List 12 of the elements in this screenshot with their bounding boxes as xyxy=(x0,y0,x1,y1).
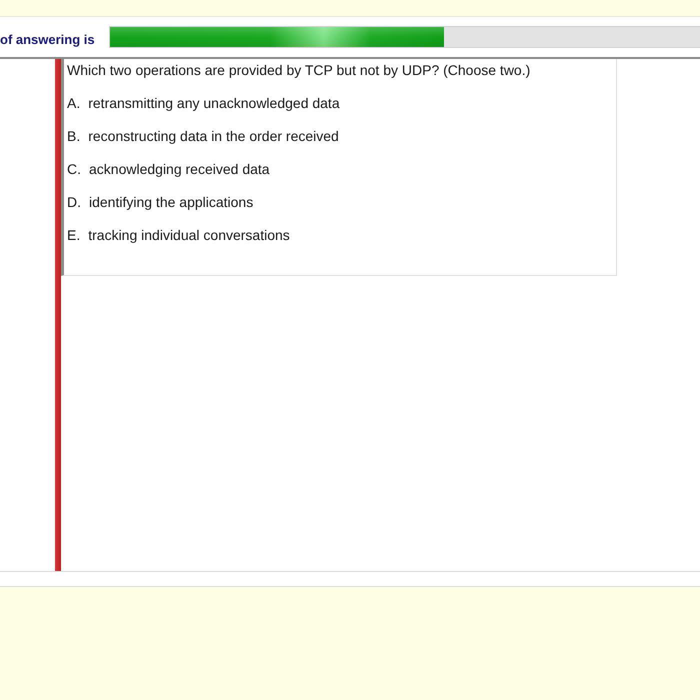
option-text: identifying the applications xyxy=(89,193,254,211)
option-letter: D. xyxy=(67,193,81,211)
option-letter: B. xyxy=(67,127,80,145)
progress-label: of answering is xyxy=(0,32,95,46)
option-text: retransmitting any unacknowledged data xyxy=(88,94,340,112)
option-letter: A. xyxy=(67,94,80,112)
option-letter: C. xyxy=(67,160,81,178)
option-text: tracking individual conversations xyxy=(88,226,290,244)
option-letter: E. xyxy=(67,226,80,244)
question-text: Which two operations are provided by TCP but not by UDP? (Choose two.) xyxy=(67,61,532,79)
option-text: reconstructing data in the order received xyxy=(88,127,339,145)
option-text: acknowledging received data xyxy=(89,160,270,178)
